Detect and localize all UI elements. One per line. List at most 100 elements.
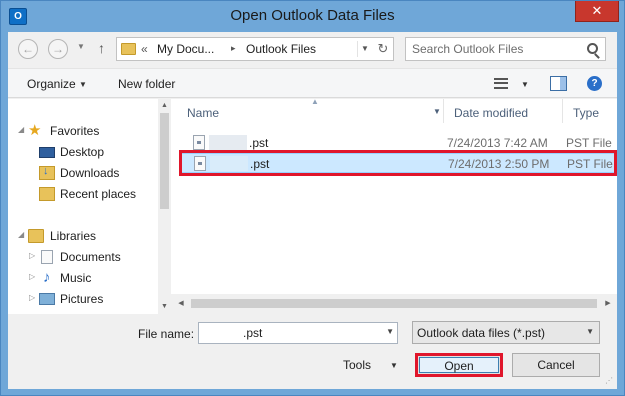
- expand-icon[interactable]: ▷: [29, 293, 35, 302]
- nav-label-desktop: Desktop: [60, 145, 105, 159]
- organize-button[interactable]: Organize: [27, 77, 76, 91]
- forward-arrow-icon[interactable]: →: [48, 39, 68, 59]
- navigation-bar: ← → ▼ ↑ « My Docu... ▸ Outlook Files ▼ ↻: [8, 32, 617, 68]
- scroll-right-icon[interactable]: ▶: [601, 297, 615, 311]
- column-filter-dropdown-icon[interactable]: ▼: [433, 107, 441, 116]
- file-row-selected[interactable]: .pst 7/24/2013 2:50 PM PST File: [179, 153, 617, 173]
- downloads-icon: [39, 165, 55, 180]
- file-name-value[interactable]: .pst: [243, 326, 262, 340]
- nav-item-pictures[interactable]: ▷ Pictures: [8, 290, 158, 308]
- file-type-filter-value: Outlook data files (*.pst): [417, 326, 546, 340]
- nav-item-music[interactable]: ▷ ♪ Music: [8, 269, 158, 287]
- up-arrow-icon[interactable]: ↑: [98, 40, 105, 56]
- column-header-type[interactable]: Type: [562, 99, 617, 123]
- cancel-button[interactable]: Cancel: [512, 353, 600, 377]
- file-name-combobox[interactable]: .pst ▼: [198, 322, 398, 344]
- file-name: .pst: [249, 136, 269, 150]
- nav-item-favorites[interactable]: ◢ ★ Favorites: [8, 122, 158, 140]
- pst-file-icon: [193, 135, 205, 150]
- open-button[interactable]: Open: [415, 353, 503, 377]
- file-name-dropdown-icon[interactable]: ▼: [386, 327, 394, 336]
- nav-label-recent-places: Recent places: [60, 187, 137, 201]
- command-toolbar: Organize ▼ New folder ▼ ?: [8, 68, 617, 98]
- breadcrumb-outlook-files[interactable]: Outlook Files: [246, 42, 316, 56]
- nav-item-libraries[interactable]: ◢ Libraries: [8, 227, 158, 245]
- address-dropdown-icon[interactable]: ▼: [357, 41, 372, 57]
- help-icon[interactable]: ?: [587, 76, 602, 91]
- desktop-icon: [39, 147, 55, 158]
- filter-dropdown-icon[interactable]: ▼: [586, 327, 594, 336]
- close-button[interactable]: ✕: [575, 1, 619, 22]
- column-label-name: Name: [187, 106, 220, 120]
- music-icon: ♪: [43, 269, 51, 286]
- tools-dropdown-icon[interactable]: ▼: [390, 361, 398, 370]
- tools-button[interactable]: Tools: [343, 358, 371, 372]
- address-bar[interactable]: « My Docu... ▸ Outlook Files ▼ ↻: [116, 37, 394, 61]
- search-box[interactable]: [405, 37, 606, 61]
- file-date-modified: 7/24/2013 2:50 PM: [448, 157, 550, 171]
- column-header-date-modified[interactable]: Date modified: [443, 99, 562, 123]
- file-type-filter-select[interactable]: Outlook data files (*.pst) ▼: [412, 321, 600, 344]
- scroll-down-icon[interactable]: ▼: [158, 300, 171, 314]
- nav-label-pictures: Pictures: [60, 292, 104, 306]
- new-folder-button[interactable]: New folder: [118, 77, 175, 91]
- breadcrumb-separator-icon[interactable]: ▸: [231, 43, 236, 54]
- dialog-body: ← → ▼ ↑ « My Docu... ▸ Outlook Files ▼ ↻…: [8, 32, 617, 389]
- expand-icon[interactable]: ▷: [29, 251, 35, 260]
- pst-file-icon: [194, 156, 206, 171]
- redacted-filename: [210, 156, 248, 171]
- file-date-modified: 7/24/2013 7:42 AM: [447, 136, 548, 150]
- column-header-name[interactable]: ▲ Name ▼: [171, 97, 443, 123]
- redacted-filename: [209, 135, 247, 150]
- view-options-dropdown-icon[interactable]: ▼: [521, 80, 529, 89]
- organize-dropdown-icon[interactable]: ▼: [79, 80, 87, 89]
- window-title: Open Outlook Data Files: [230, 7, 395, 24]
- file-list: ▲ Name ▼ Date modified Type .pst 7/24/20…: [171, 97, 617, 294]
- title-bar[interactable]: O Open Outlook Data Files ✕: [1, 1, 624, 32]
- column-label-date: Date modified: [454, 106, 529, 120]
- search-input[interactable]: [412, 41, 582, 57]
- breadcrumb-overflow[interactable]: «: [141, 42, 148, 56]
- file-row[interactable]: .pst 7/24/2013 7:42 AM PST File: [179, 133, 617, 153]
- expand-collapse-icon[interactable]: ◢: [18, 125, 24, 134]
- dialog-footer: File name: .pst ▼ Outlook data files (*.…: [8, 314, 617, 389]
- nav-label-music: Music: [60, 271, 92, 285]
- preview-pane-icon[interactable]: [550, 76, 567, 91]
- file-list-horizontal-scrollbar[interactable]: ◀ ▶: [171, 294, 617, 314]
- scroll-up-icon[interactable]: ▲: [158, 99, 171, 113]
- recent-locations-dropdown-icon[interactable]: ▼: [77, 42, 85, 51]
- refresh-icon[interactable]: ↻: [374, 40, 392, 58]
- nav-label-favorites: Favorites: [50, 124, 100, 138]
- file-name: .pst: [250, 157, 270, 171]
- change-view-icon[interactable]: [494, 78, 508, 89]
- sort-ascending-icon: ▲: [311, 97, 319, 106]
- star-icon: ★: [28, 122, 42, 139]
- expand-icon[interactable]: ▷: [29, 272, 35, 281]
- scrollbar-thumb[interactable]: [160, 113, 169, 209]
- back-arrow-icon[interactable]: ←: [18, 39, 38, 59]
- search-icon[interactable]: [587, 43, 598, 54]
- open-button-label: Open: [419, 357, 499, 373]
- pictures-icon: [39, 293, 55, 305]
- expand-collapse-icon[interactable]: ◢: [18, 230, 24, 239]
- nav-item-downloads[interactable]: Downloads: [8, 164, 158, 182]
- documents-icon: [41, 250, 53, 264]
- nav-item-documents[interactable]: ▷ Documents: [8, 248, 158, 266]
- nav-item-desktop[interactable]: Desktop: [8, 143, 158, 161]
- libraries-icon: [28, 229, 44, 243]
- scroll-left-icon[interactable]: ◀: [174, 297, 188, 311]
- resize-grip-icon[interactable]: ⋰: [605, 377, 615, 387]
- file-name-label: File name:: [138, 327, 195, 341]
- recent-places-icon: [39, 187, 55, 201]
- nav-label-libraries: Libraries: [50, 229, 97, 243]
- nav-label-downloads: Downloads: [60, 166, 120, 180]
- nav-label-documents: Documents: [60, 250, 121, 264]
- dialog-window: O Open Outlook Data Files ✕ ← → ▼ ↑ « My…: [0, 0, 625, 396]
- scrollbar-thumb[interactable]: [191, 299, 597, 308]
- nav-item-recent-places[interactable]: Recent places: [8, 185, 158, 203]
- folder-icon: [121, 43, 136, 55]
- navigation-pane-scrollbar[interactable]: ▲ ▼: [158, 99, 171, 314]
- breadcrumb-my-documents[interactable]: My Docu...: [157, 42, 214, 56]
- navigation-pane: ◢ ★ Favorites Desktop Downloads Recent p…: [8, 99, 158, 314]
- file-type: PST File: [566, 136, 612, 150]
